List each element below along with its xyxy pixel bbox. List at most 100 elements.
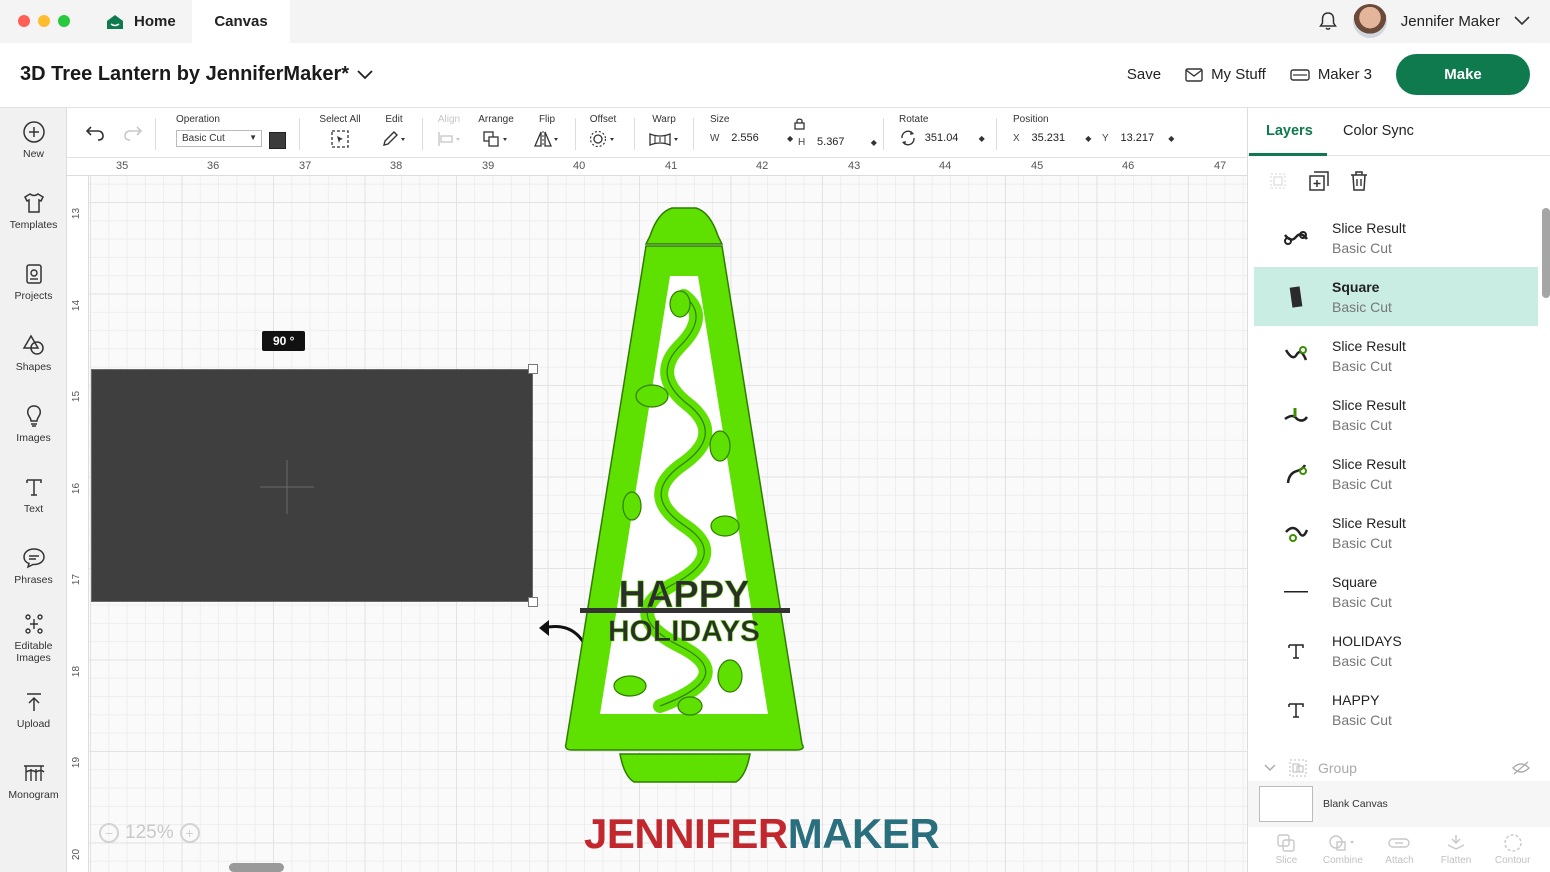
- operation-select[interactable]: Basic Cut ▼: [176, 130, 262, 147]
- sidebar-item-label: Phrases: [14, 574, 53, 586]
- edit-group[interactable]: Edit: [378, 114, 410, 151]
- width-stepper[interactable]: ◆: [787, 134, 793, 143]
- rotate-stepper[interactable]: ◆: [979, 134, 985, 143]
- layer-row[interactable]: Slice Result Basic Cut: [1254, 208, 1538, 267]
- vertical-scrollbar[interactable]: [1542, 208, 1550, 298]
- sidebar-item-text[interactable]: Text: [0, 475, 67, 515]
- undo-icon[interactable]: [85, 125, 105, 141]
- layer-operation: Basic Cut: [1332, 652, 1392, 669]
- height-stepper[interactable]: ◆: [871, 138, 877, 147]
- design-canvas[interactable]: 35 36 37 38 39 40 41 42 43 44 45 46 47 1…: [67, 158, 1247, 872]
- tab-home[interactable]: Home: [100, 0, 190, 43]
- monogram-icon: [23, 765, 44, 781]
- chevron-down-icon[interactable]: [1264, 764, 1276, 772]
- user-name[interactable]: Jennifer Maker: [1401, 13, 1500, 30]
- sidebar-item-label: Projects: [14, 290, 53, 302]
- trash-icon[interactable]: [1349, 170, 1369, 192]
- holidays-text[interactable]: HOLIDAYS: [608, 615, 761, 649]
- ruler-tick-label: 37: [299, 160, 312, 172]
- zoom-in-button[interactable]: +: [179, 823, 200, 843]
- bell-icon[interactable]: [1317, 10, 1339, 32]
- blank-canvas-row[interactable]: Blank Canvas: [1248, 781, 1550, 827]
- resize-handle-bottom-right[interactable]: [528, 597, 538, 607]
- resize-handle-top-right[interactable]: [528, 364, 538, 374]
- offset-group[interactable]: Offset: [587, 114, 619, 151]
- sidebar-item-label: Text: [23, 503, 44, 515]
- project-title[interactable]: 3D Tree Lantern by JenniferMaker*: [20, 63, 373, 86]
- duplicate-icon[interactable]: [1308, 170, 1330, 192]
- edit-toolbar: Operation Basic Cut ▼ Select All Edit Al…: [67, 108, 1247, 158]
- contour-button[interactable]: Contour: [1487, 827, 1539, 872]
- x-stepper[interactable]: ◆: [1085, 134, 1091, 143]
- flip-label: Flip: [538, 114, 556, 125]
- text-icon: [1274, 690, 1318, 730]
- left-sidebar: New Templates Projects Shapes Images Tex…: [0, 108, 67, 872]
- layer-row[interactable]: HOLIDAYS Basic Cut: [1254, 621, 1538, 680]
- select-all-group[interactable]: Select All: [316, 114, 364, 151]
- slice-button[interactable]: Slice: [1260, 827, 1312, 872]
- minimize-window-button[interactable]: [38, 15, 50, 27]
- tab-color-sync[interactable]: Color Sync: [1343, 123, 1414, 139]
- flip-group[interactable]: Flip: [533, 114, 561, 151]
- tab-layers[interactable]: Layers: [1266, 123, 1313, 139]
- layer-name: Slice Result: [1332, 396, 1406, 413]
- redo-icon[interactable]: [123, 125, 143, 141]
- sidebar-item-shapes[interactable]: Shapes: [0, 333, 67, 373]
- maximize-window-button[interactable]: [58, 15, 70, 27]
- layer-row[interactable]: Slice Result Basic Cut: [1254, 385, 1538, 444]
- warp-group[interactable]: Warp: [648, 114, 680, 151]
- height-group: H 5.367 ◆: [798, 134, 877, 151]
- ruler-left: 13 14 15 16 17 18 19 20: [67, 176, 89, 872]
- layer-operation: Basic Cut: [1332, 593, 1392, 610]
- chevron-down-icon[interactable]: [1514, 16, 1530, 26]
- slice-result-icon: [1274, 513, 1318, 553]
- my-stuff-button[interactable]: My Stuff: [1185, 66, 1266, 83]
- make-button[interactable]: Make: [1396, 54, 1530, 95]
- height-input[interactable]: 5.367: [812, 134, 869, 151]
- layer-row[interactable]: Slice Result Basic Cut: [1254, 503, 1538, 562]
- sidebar-item-projects[interactable]: Projects: [0, 262, 67, 302]
- save-button[interactable]: Save: [1127, 66, 1161, 83]
- sidebar-item-templates[interactable]: Templates: [0, 191, 67, 231]
- rotate-input[interactable]: 351.04: [919, 130, 976, 147]
- arrange-group[interactable]: Arrange: [477, 114, 515, 151]
- lock-icon[interactable]: [794, 117, 805, 130]
- x-input[interactable]: 35.231: [1026, 130, 1083, 147]
- layer-row[interactable]: Square Basic Cut: [1254, 562, 1538, 621]
- flatten-button[interactable]: Flatten: [1430, 827, 1482, 872]
- sidebar-item-monogram[interactable]: Monogram: [0, 761, 67, 801]
- sidebar-item-editable-images[interactable]: Editable Images: [0, 612, 67, 664]
- width-input[interactable]: 2.556: [726, 130, 785, 147]
- zoom-out-button[interactable]: −: [99, 823, 119, 843]
- selected-square-shape[interactable]: [91, 369, 533, 602]
- align-group[interactable]: Align: [435, 114, 463, 151]
- color-swatch[interactable]: [269, 132, 286, 149]
- attach-button[interactable]: Attach: [1373, 827, 1425, 872]
- sidebar-item-phrases[interactable]: Phrases: [0, 546, 67, 586]
- sidebar-item-upload[interactable]: Upload: [0, 690, 67, 730]
- rotate-group: Rotate 351.04 ◆: [899, 114, 985, 147]
- layer-row-selected[interactable]: Square Basic Cut: [1254, 267, 1538, 326]
- sidebar-item-new[interactable]: New: [0, 120, 67, 160]
- happy-text[interactable]: HAPPY: [618, 574, 750, 617]
- machine-button[interactable]: Maker 3: [1290, 66, 1372, 83]
- attach-label: Attach: [1385, 855, 1414, 866]
- sidebar-item-images[interactable]: Images: [0, 404, 67, 444]
- hidden-eye-icon[interactable]: [1512, 761, 1530, 775]
- flatten-label: Flatten: [1440, 855, 1472, 866]
- combine-button[interactable]: Combine: [1317, 827, 1369, 872]
- layer-row[interactable]: HAPPY Basic Cut: [1254, 680, 1538, 739]
- y-stepper[interactable]: ◆: [1168, 134, 1174, 143]
- layer-row[interactable]: Slice Result Basic Cut: [1254, 326, 1538, 385]
- avatar[interactable]: [1352, 4, 1387, 38]
- group-layers-icon[interactable]: [1268, 171, 1288, 191]
- group-row[interactable]: Group: [1254, 755, 1538, 781]
- horizontal-scrollbar[interactable]: [229, 863, 284, 872]
- tab-canvas[interactable]: Canvas: [192, 0, 290, 43]
- layer-row[interactable]: Slice Result Basic Cut: [1254, 444, 1538, 503]
- tree-lantern-design[interactable]: HAPPY HOLIDAYS: [560, 206, 810, 786]
- close-window-button[interactable]: [18, 15, 30, 27]
- zoom-level: 125%: [125, 822, 174, 843]
- text-icon: [1274, 631, 1318, 671]
- y-input[interactable]: 13.217: [1115, 130, 1166, 147]
